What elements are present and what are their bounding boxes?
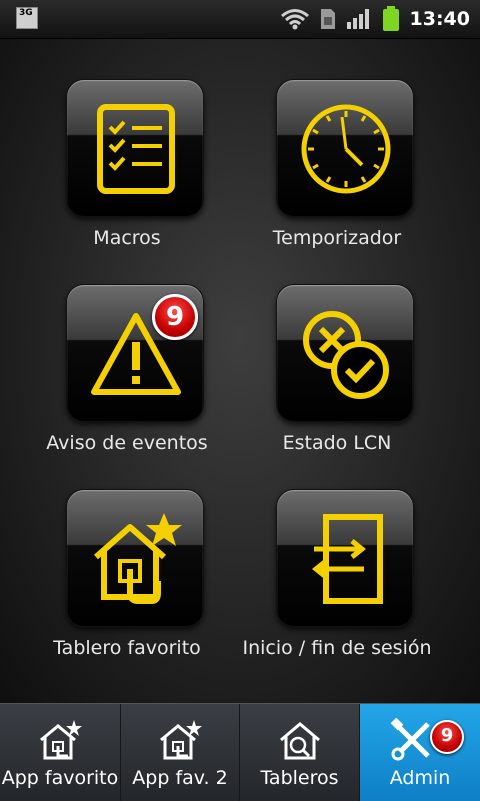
tab-tableros-label: Tableros [260,767,339,789]
tile-tablero-favorito[interactable]: Tablero favorito [22,489,232,689]
events-badge: 9 [152,294,198,340]
inicio-fin-sesion-button[interactable] [276,489,414,627]
battery-icon [382,6,399,31]
main-menu: Macros Temporizador 9 Aviso de eventos E… [0,39,480,703]
tile-temporizador[interactable]: Temporizador [232,79,442,279]
macros-button[interactable] [66,79,204,217]
tab-app-favorito-label: App favorito [1,767,119,789]
tab-admin[interactable]: 9 Admin [360,704,480,801]
login-logout-icon [311,514,383,604]
tools-icon [390,718,430,761]
clock-time: 13:40 [409,8,470,30]
estado-lcn-label: Estado LCN [282,432,392,454]
status-bar: 3G 13:40 [0,0,480,39]
tab-app-favorito[interactable]: App favorito [0,704,121,801]
signal-icon [346,9,369,29]
admin-badge: 9 [430,720,464,754]
estado-lcn-button[interactable] [276,284,414,422]
favorite-house-icon [94,513,182,604]
checklist-icon [97,104,175,194]
wifi-icon [280,9,309,30]
status-x-check-icon [303,311,389,399]
tile-macros[interactable]: Macros [22,79,232,279]
favorite-house-icon [160,720,202,760]
tile-estado-lcn[interactable]: Estado LCN [232,284,442,484]
house-search-icon [279,722,320,760]
favorite-house-icon [40,720,82,760]
inicio-fin-sesion-label: Inicio / fin de sesión [242,637,432,659]
bottom-tab-bar: App favorito App fav. 2 Tableros 9 Admin [0,703,480,801]
tile-aviso-eventos[interactable]: 9 Aviso de eventos [22,284,232,484]
tab-admin-label: Admin [389,767,451,789]
tablero-favorito-button[interactable] [66,489,204,627]
clock-icon [301,104,391,194]
network-type-icon: 3G [16,7,38,29]
temporizador-button[interactable] [276,79,414,217]
tile-inicio-fin-sesion[interactable]: Inicio / fin de sesión [232,489,442,689]
tab-app-fav-2[interactable]: App fav. 2 [121,704,240,801]
temporizador-label: Temporizador [272,227,402,249]
tab-app-fav-2-label: App fav. 2 [132,767,228,789]
sim-icon [320,9,335,29]
tab-tableros[interactable]: Tableros [240,704,360,801]
